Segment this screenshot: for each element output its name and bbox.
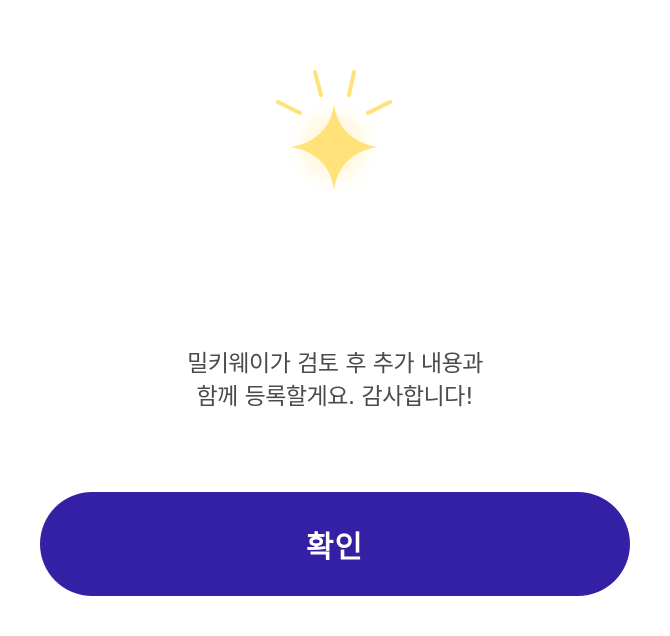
completion-message: 밀키웨이가 검토 후 추가 내용과 함께 등록할게요. 감사합니다! bbox=[0, 348, 670, 414]
confirm-button[interactable]: 확인 bbox=[40, 492, 630, 596]
message-line-2: 함께 등록할게요. 감사합니다! bbox=[196, 384, 474, 410]
message-line-1: 밀키웨이가 검토 후 추가 내용과 bbox=[187, 351, 483, 377]
sparkle-icon bbox=[265, 60, 405, 200]
